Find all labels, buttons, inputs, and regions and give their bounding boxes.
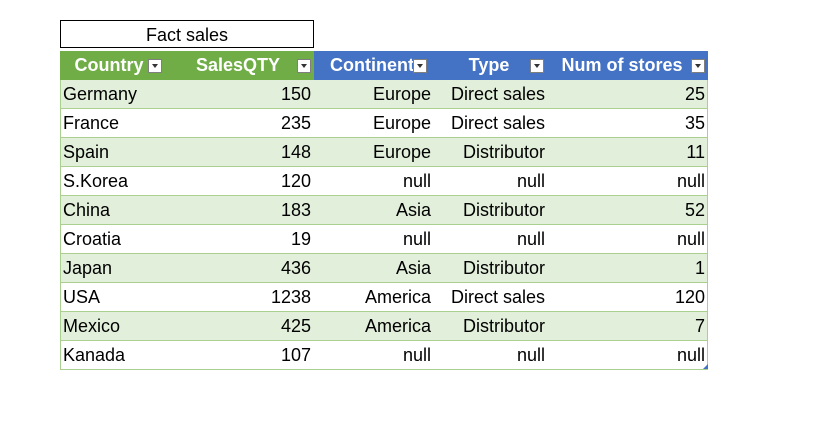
cell-continent[interactable]: Europe xyxy=(314,109,434,137)
cell-country[interactable]: Kanada xyxy=(60,341,170,369)
table-row: S.Korea 120 null null null xyxy=(60,167,708,196)
cell-type[interactable]: Distributor xyxy=(434,196,548,224)
column-header-label: Continent xyxy=(330,55,414,75)
cell-salesqty[interactable]: 436 xyxy=(170,254,314,282)
cell-type[interactable]: null xyxy=(434,341,548,369)
cell-country[interactable]: Germany xyxy=(60,80,170,108)
cell-salesqty[interactable]: 150 xyxy=(170,80,314,108)
filter-dropdown-icon[interactable] xyxy=(148,59,162,73)
filter-dropdown-icon[interactable] xyxy=(413,59,427,73)
cell-continent[interactable]: Asia xyxy=(314,196,434,224)
cell-type[interactable]: Distributor xyxy=(434,312,548,340)
table-row: USA 1238 America Direct sales 120 xyxy=(60,283,708,312)
table-body: Germany 150 Europe Direct sales 25 France 235 E… xyxy=(60,80,708,370)
cell-type[interactable]: Direct sales xyxy=(434,80,548,108)
cell-continent[interactable]: null xyxy=(314,167,434,195)
cell-country[interactable]: Japan xyxy=(60,254,170,282)
filter-dropdown-icon[interactable] xyxy=(530,59,544,73)
cell-continent[interactable]: Asia xyxy=(314,254,434,282)
table-row: Mexico 425 America Distributor 7 xyxy=(60,312,708,341)
cell-country[interactable]: China xyxy=(60,196,170,224)
table-row: France 235 Europe Direct sales 35 xyxy=(60,109,708,138)
spreadsheet-canvas: Fact sales Country SalesQTY Continent Ty… xyxy=(0,0,820,435)
cell-salesqty[interactable]: 120 xyxy=(170,167,314,195)
cell-country[interactable]: Croatia xyxy=(60,225,170,253)
table-row: Spain 148 Europe Distributor 11 xyxy=(60,138,708,167)
cell-salesqty[interactable]: 148 xyxy=(170,138,314,166)
column-header-label: Num of stores xyxy=(561,55,683,75)
cell-continent[interactable]: America xyxy=(314,312,434,340)
table-row: Croatia 19 null null null xyxy=(60,225,708,254)
cell-salesqty[interactable]: 235 xyxy=(170,109,314,137)
cell-num-of-stores[interactable]: 52 xyxy=(548,196,708,224)
cell-salesqty[interactable]: 19 xyxy=(170,225,314,253)
cell-type[interactable]: null xyxy=(434,225,548,253)
cell-type[interactable]: Direct sales xyxy=(434,283,548,311)
table-row: Germany 150 Europe Direct sales 25 xyxy=(60,80,708,109)
cell-type[interactable]: Direct sales xyxy=(434,109,548,137)
cell-type[interactable]: null xyxy=(434,167,548,195)
cell-salesqty[interactable]: 107 xyxy=(170,341,314,369)
cell-country[interactable]: S.Korea xyxy=(60,167,170,195)
cell-num-of-stores[interactable]: 25 xyxy=(548,80,708,108)
column-header-type[interactable]: Type xyxy=(434,51,548,80)
column-header-label: Type xyxy=(468,55,510,75)
table-row: China 183 Asia Distributor 52 xyxy=(60,196,708,225)
cell-salesqty[interactable]: 1238 xyxy=(170,283,314,311)
table-header-row: Country SalesQTY Continent Type Num of s… xyxy=(60,51,708,80)
cell-num-of-stores[interactable]: 35 xyxy=(548,109,708,137)
cell-num-of-stores[interactable]: null xyxy=(548,225,708,253)
cell-num-of-stores[interactable]: 7 xyxy=(548,312,708,340)
cell-continent[interactable]: null xyxy=(314,225,434,253)
table-row: Kanada 107 null null null xyxy=(60,341,708,370)
column-header-label: SalesQTY xyxy=(195,55,281,75)
cell-salesqty[interactable]: 425 xyxy=(170,312,314,340)
cell-country[interactable]: USA xyxy=(60,283,170,311)
table-left-border xyxy=(60,80,61,369)
cell-num-of-stores[interactable]: 1 xyxy=(548,254,708,282)
cell-continent[interactable]: America xyxy=(314,283,434,311)
column-header-continent[interactable]: Continent xyxy=(314,51,434,80)
cell-num-of-stores[interactable]: 11 xyxy=(548,138,708,166)
cell-country[interactable]: Spain xyxy=(60,138,170,166)
cell-country[interactable]: Mexico xyxy=(60,312,170,340)
table-right-border xyxy=(707,80,708,369)
column-header-country[interactable]: Country xyxy=(60,51,170,80)
table-title-cell[interactable]: Fact sales xyxy=(60,20,314,48)
cell-continent[interactable]: Europe xyxy=(314,80,434,108)
filter-dropdown-icon[interactable] xyxy=(691,59,705,73)
cell-continent[interactable]: Europe xyxy=(314,138,434,166)
column-header-label: Country xyxy=(74,55,144,75)
cell-type[interactable]: Distributor xyxy=(434,138,548,166)
table-row: Japan 436 Asia Distributor 1 xyxy=(60,254,708,283)
cell-num-of-stores[interactable]: null xyxy=(548,167,708,195)
cell-continent[interactable]: null xyxy=(314,341,434,369)
cell-type[interactable]: Distributor xyxy=(434,254,548,282)
table-resize-handle-icon[interactable] xyxy=(703,364,708,369)
filter-dropdown-icon[interactable] xyxy=(297,59,311,73)
cell-num-of-stores[interactable]: null xyxy=(548,341,708,369)
cell-country[interactable]: France xyxy=(60,109,170,137)
fact-sales-table: Country SalesQTY Continent Type Num of s… xyxy=(60,51,708,370)
column-header-salesqty[interactable]: SalesQTY xyxy=(170,51,314,80)
cell-num-of-stores[interactable]: 120 xyxy=(548,283,708,311)
cell-salesqty[interactable]: 183 xyxy=(170,196,314,224)
column-header-num-of-stores[interactable]: Num of stores xyxy=(548,51,708,80)
